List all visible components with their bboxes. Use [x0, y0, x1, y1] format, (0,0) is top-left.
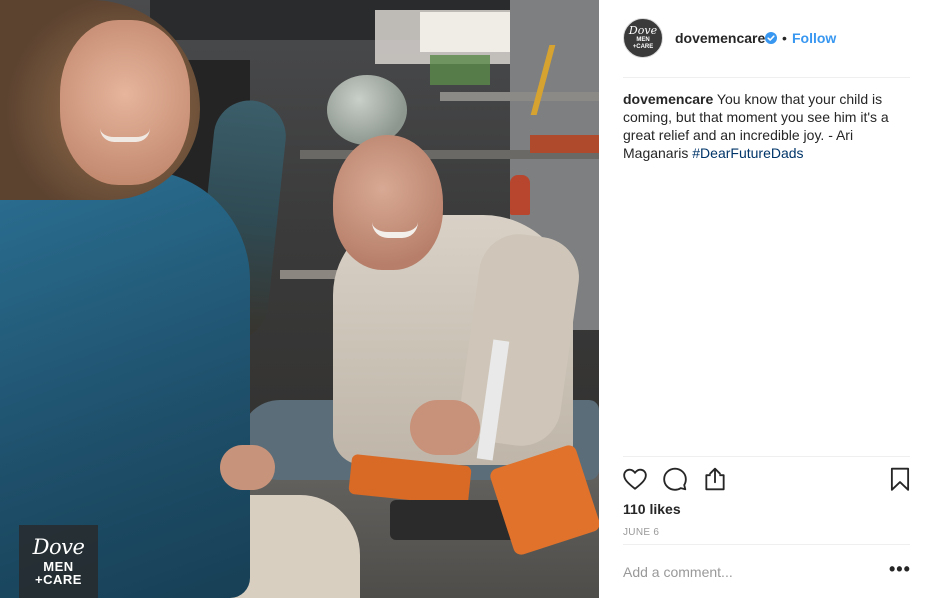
heart-icon[interactable]	[622, 466, 648, 492]
more-options-icon[interactable]: •••	[889, 560, 911, 578]
bookmark-icon[interactable]	[887, 466, 913, 492]
avatar-logo-line: Dove	[628, 24, 658, 37]
logo-line: Dove	[32, 535, 85, 559]
avatar-logo-line: MEN	[636, 37, 650, 43]
divider	[623, 544, 910, 545]
photo-child-smile	[100, 128, 150, 142]
divider	[623, 456, 910, 457]
photo-child-hand	[220, 445, 275, 490]
avatar-logo-line: +CARE	[632, 44, 654, 50]
verified-badge-icon	[765, 32, 777, 44]
hashtag-link[interactable]: #DearFutureDads	[692, 145, 803, 161]
avatar[interactable]: Dove MEN +CARE	[623, 18, 663, 58]
photo-lego-model	[330, 339, 599, 560]
photo-globe	[327, 75, 407, 145]
photo-child-face	[60, 20, 190, 185]
share-icon[interactable]	[702, 466, 728, 492]
logo-line: +CARE	[35, 572, 82, 587]
lego-piece	[348, 453, 472, 507]
photo-red-shelf	[530, 135, 599, 153]
like-count[interactable]: 110 likes	[623, 501, 681, 517]
post-sidebar: Dove MEN +CARE dovemencare • Follow dove…	[599, 0, 931, 598]
comment-form: •••	[599, 552, 931, 592]
separator-dot: •	[782, 30, 787, 46]
post-photo[interactable]: Dove MEN +CARE	[0, 0, 599, 598]
comment-input[interactable]	[623, 560, 873, 584]
follow-button[interactable]: Follow	[792, 30, 836, 46]
comment-icon[interactable]	[662, 466, 688, 492]
divider	[623, 77, 910, 78]
caption-username-link[interactable]: dovemencare	[623, 91, 713, 107]
username-link[interactable]: dovemencare	[675, 30, 765, 46]
dove-men-care-logo: Dove MEN +CARE	[19, 525, 98, 598]
photo-toy	[430, 55, 490, 85]
photo-toy-figure	[510, 175, 530, 215]
photo-window-light	[420, 12, 515, 52]
photo-man-hand	[410, 400, 480, 455]
post-actions	[599, 462, 931, 498]
post-date[interactable]: JUNE 6	[623, 527, 659, 538]
post-header: Dove MEN +CARE dovemencare • Follow	[599, 0, 931, 78]
post-caption: dovemencare You know that your child is …	[623, 90, 903, 162]
photo-man-head	[333, 135, 443, 270]
